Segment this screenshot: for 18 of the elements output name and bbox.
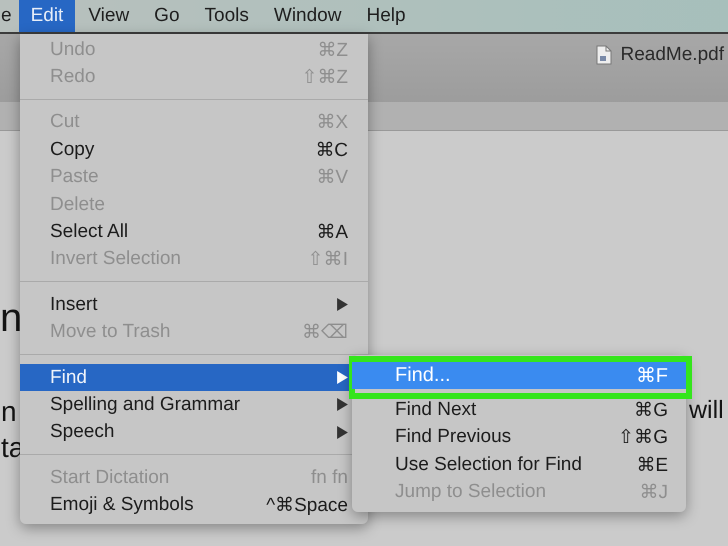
- menu-item[interactable]: Use Selection for Find ⌘E: [352, 451, 686, 479]
- document-text: n: [1, 396, 17, 428]
- document-text: n: [0, 296, 22, 341]
- menu-bar-item[interactable]: View: [76, 0, 142, 32]
- menu-bar-item[interactable]: e: [0, 0, 18, 32]
- document-icon: [596, 45, 612, 65]
- document-text: will: [689, 396, 724, 425]
- menu-item[interactable]: Find Previous ⇧⌘G: [352, 424, 686, 452]
- menu-bar-item[interactable]: Tools: [192, 0, 261, 32]
- menu-bar-item[interactable]: Edit: [18, 0, 76, 32]
- menu-item[interactable]: Select All ⌘A: [20, 218, 368, 246]
- menu-bar-item[interactable]: Go: [142, 0, 192, 32]
- menu-item[interactable]: Insert: [20, 291, 368, 319]
- window-title: ReadMe.pdf: [620, 44, 724, 66]
- menu-item[interactable]: Find Next ⌘G: [352, 396, 686, 424]
- menu-bar-item[interactable]: Window: [262, 0, 354, 32]
- menu-item[interactable]: Copy ⌘C: [20, 136, 368, 164]
- menu-bar-item[interactable]: Help: [354, 0, 418, 32]
